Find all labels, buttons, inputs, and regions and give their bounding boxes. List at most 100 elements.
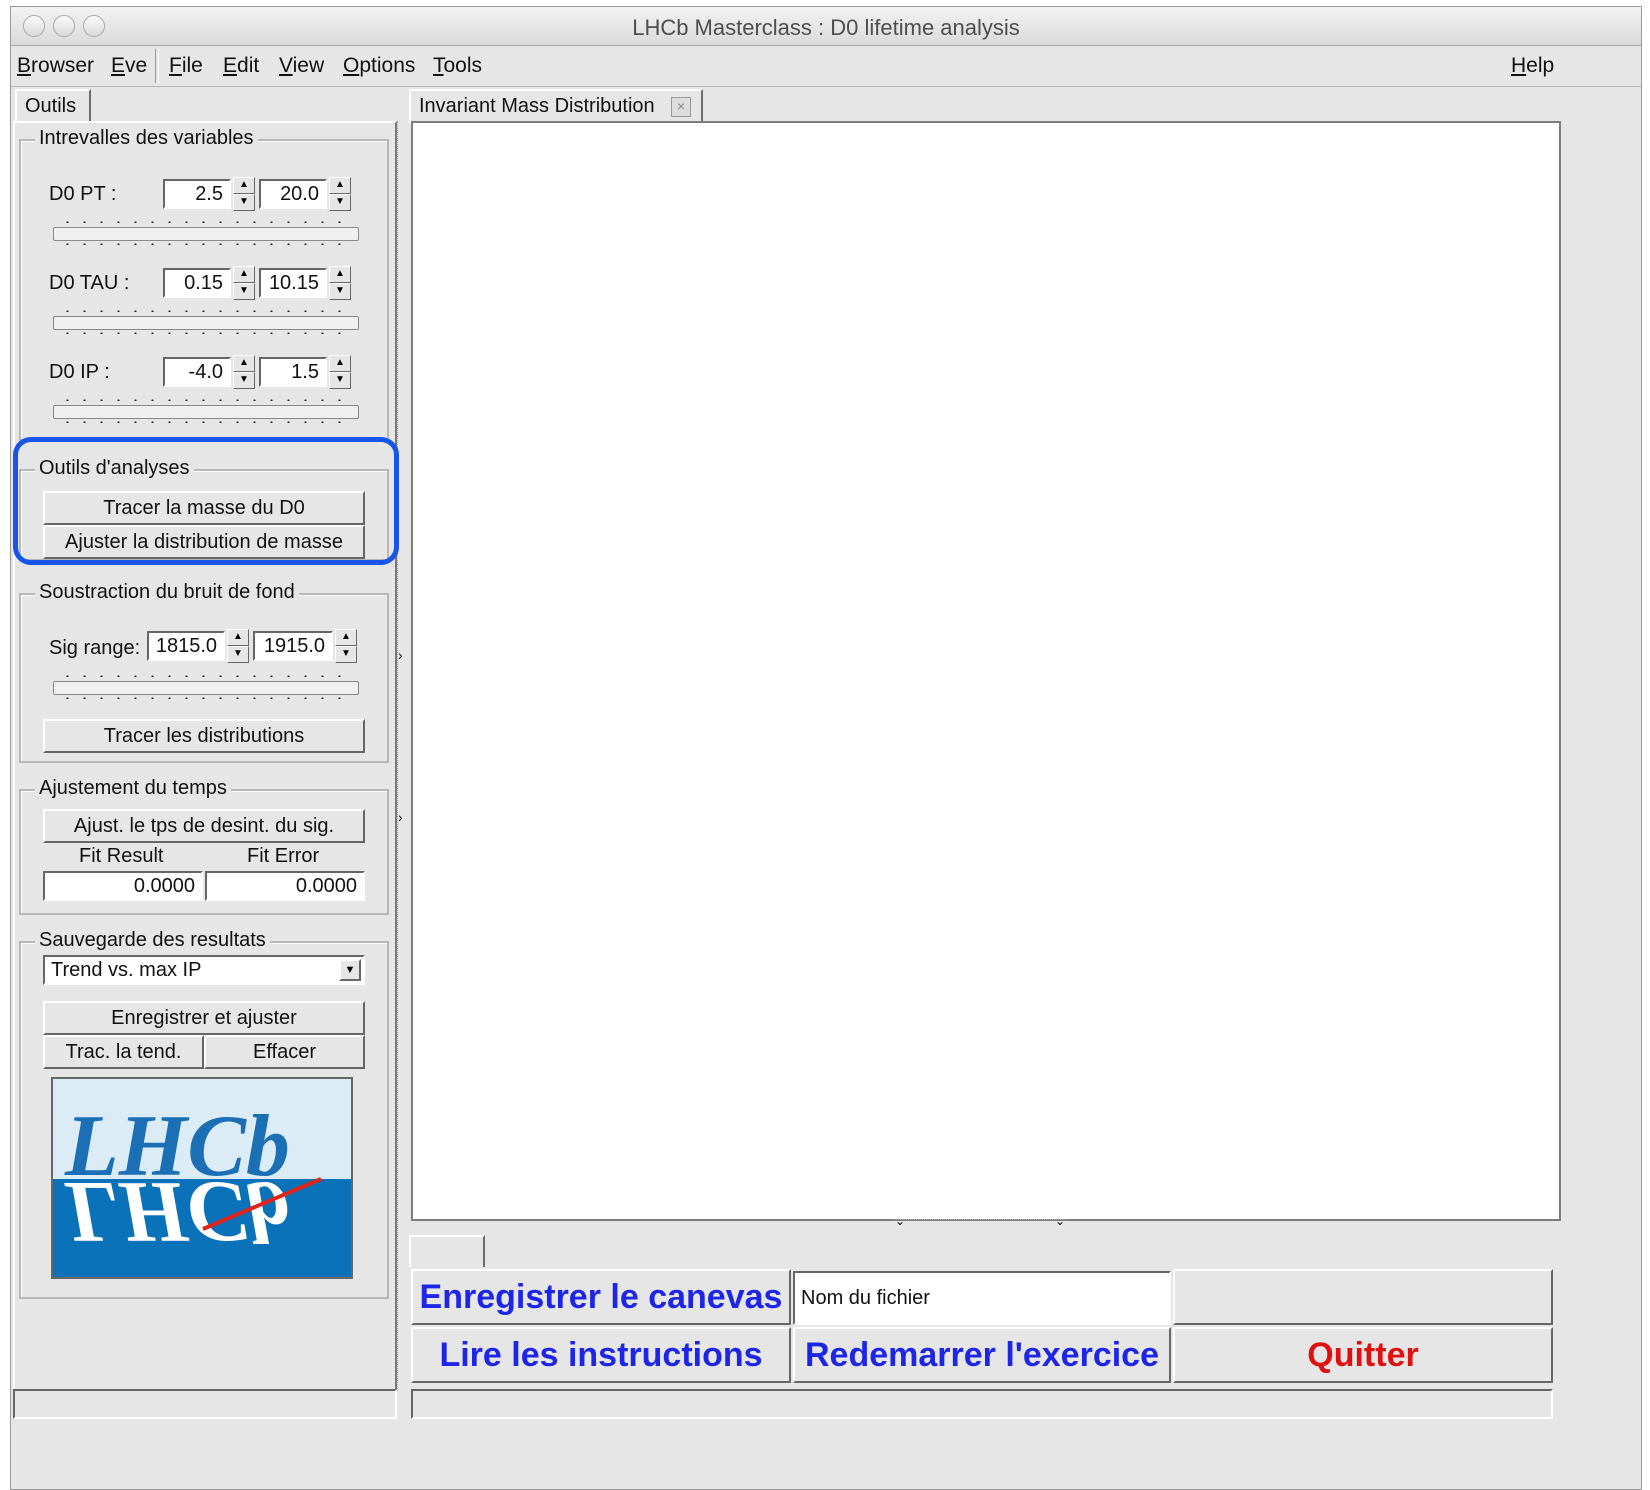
d0-pt-min-spinner[interactable]: ▲ ▼ [233,177,255,211]
d0-ip-label: D0 IP : [49,361,110,383]
trend-select-value: Trend vs. max IP [51,959,202,981]
slider-ticks-top [59,399,353,401]
chevron-right-icon[interactable]: › [398,647,403,663]
d0-tau-max-field[interactable]: 10.15 [259,268,327,298]
spin-up-icon[interactable]: ▲ [233,266,255,283]
tab-invariant-mass-label: Invariant Mass Distribution [419,95,655,117]
empty-button[interactable] [1173,1269,1553,1325]
menu-options[interactable]: Options [343,54,415,78]
slider-ticks-bottom [59,243,353,245]
status-bar-left [13,1389,397,1419]
menu-bar: Browser Eve File Edit View Options Tools… [11,46,1641,87]
time-fit-title: Ajustement du temps [35,777,231,800]
fit-result-field[interactable]: 0.0000 [43,871,203,901]
spin-down-icon[interactable]: ▼ [233,283,255,300]
spin-up-icon[interactable]: ▲ [233,177,255,194]
d0-tau-label: D0 TAU : [49,272,130,294]
spin-up-icon[interactable]: ▲ [335,629,357,646]
slider-track[interactable] [53,316,359,330]
tab-invariant-mass-distribution[interactable]: Invariant Mass Distribution × [409,89,703,123]
fit-result-label: Fit Result [79,845,164,867]
spin-up-icon[interactable]: ▲ [233,355,255,372]
menu-tools[interactable]: Tools [433,54,482,78]
spin-up-icon[interactable]: ▲ [227,629,249,646]
fit-error-field[interactable]: 0.0000 [205,871,365,901]
d0-pt-min-field[interactable]: 2.5 [163,179,231,209]
slider-ticks-bottom [59,697,353,699]
menu-edit[interactable]: Edit [223,54,259,78]
chevron-right-icon[interactable]: › [398,809,403,825]
spin-up-icon[interactable]: ▲ [329,355,351,372]
slider-track[interactable] [53,681,359,695]
sig-range-max-field[interactable]: 1915.0 [253,631,333,661]
spin-down-icon[interactable]: ▼ [227,646,249,663]
restart-exercise-button[interactable]: Redemarrer l'exercice [793,1327,1171,1383]
background-subtraction-title: Soustraction du bruit de fond [35,581,299,604]
lhcb-logo: LHCb LHCb [51,1077,353,1279]
clear-button[interactable]: Effacer [204,1035,365,1069]
menu-eve[interactable]: Eve [111,54,147,78]
slider-ticks-top [59,221,353,223]
d0-ip-min-spinner[interactable]: ▲ ▼ [233,355,255,389]
spin-down-icon[interactable]: ▼ [233,372,255,389]
app-window: LHCb Masterclass : D0 lifetime analysis … [10,6,1642,1490]
spin-down-icon[interactable]: ▼ [335,646,357,663]
filename-input-text: Nom du fichier [801,1287,930,1309]
slider-ticks-bottom [59,421,353,423]
tab-bottom-empty[interactable] [409,1235,485,1267]
spin-up-icon[interactable]: ▲ [329,177,351,194]
sig-range-max-spinner[interactable]: ▲ ▼ [335,629,357,663]
plot-canvas[interactable] [411,121,1561,1221]
slider-ticks-bottom [59,332,353,334]
d0-ip-range-slider[interactable] [53,399,359,423]
plot-trend-button[interactable]: Trac. la tend. [43,1035,204,1069]
chevron-down-icon[interactable]: ▼ [339,959,361,981]
d0-ip-max-spinner[interactable]: ▲ ▼ [329,355,351,389]
spin-up-icon[interactable]: ▲ [329,266,351,283]
slider-track[interactable] [53,405,359,419]
menu-view[interactable]: View [279,54,324,78]
sig-range-min-field[interactable]: 1815.0 [147,631,225,661]
spin-down-icon[interactable]: ▼ [329,194,351,211]
quit-button[interactable]: Quitter [1173,1327,1553,1383]
title-bar: LHCb Masterclass : D0 lifetime analysis [11,7,1641,46]
panel-splitter[interactable]: › › [397,121,409,1391]
chevron-down-icon[interactable]: ⌄ [895,1214,905,1228]
trend-select[interactable]: Trend vs. max IP ▼ [43,955,365,985]
d0-ip-min-field[interactable]: -4.0 [163,357,231,387]
d0-tau-max-spinner[interactable]: ▲ ▼ [329,266,351,300]
horizontal-splitter[interactable]: ⌄ ⌄ [895,1214,1065,1231]
d0-tau-range-slider[interactable] [53,310,359,334]
d0-pt-max-spinner[interactable]: ▲ ▼ [329,177,351,211]
variables-group: Intrevalles des variables D0 PT : 2.5 ▲ ▼… [19,127,389,441]
d0-tau-min-field[interactable]: 0.15 [163,268,231,298]
slider-track[interactable] [53,227,359,241]
tools-panel: Intrevalles des variables D0 PT : 2.5 ▲ ▼… [13,121,397,1391]
spin-down-icon[interactable]: ▼ [329,372,351,389]
d0-pt-max-field[interactable]: 20.0 [259,179,327,209]
time-fit-group: Ajustement du temps Ajust. le tps de des… [19,777,389,915]
menu-help[interactable]: Help [1511,54,1554,78]
spin-down-icon[interactable]: ▼ [329,283,351,300]
close-tab-icon[interactable]: × [671,97,691,117]
sig-range-slider[interactable] [53,675,359,699]
save-canvas-button[interactable]: Enregistrer le canevas [411,1269,791,1325]
tab-outils[interactable]: Outils [15,89,91,123]
save-and-fit-button[interactable]: Enregistrer et ajuster [43,1001,365,1035]
d0-pt-range-slider[interactable] [53,221,359,245]
plot-distributions-button[interactable]: Tracer les distributions [43,719,365,753]
slider-ticks-top [59,310,353,312]
menu-browser[interactable]: Browser [17,54,94,78]
analysis-tools-highlight [13,437,399,565]
d0-tau-min-spinner[interactable]: ▲ ▼ [233,266,255,300]
d0-ip-max-field[interactable]: 1.5 [259,357,327,387]
menu-file[interactable]: File [169,54,203,78]
lhcb-logo-graphic: LHCb LHCb [53,1079,351,1277]
read-instructions-button[interactable]: Lire les instructions [411,1327,791,1383]
chevron-down-icon[interactable]: ⌄ [1055,1214,1065,1228]
filename-input[interactable]: Nom du fichier [793,1271,1171,1325]
save-results-title: Sauvegarde des resultats [35,929,270,952]
spin-down-icon[interactable]: ▼ [233,194,255,211]
sig-range-min-spinner[interactable]: ▲ ▼ [227,629,249,663]
fit-signal-lifetime-button[interactable]: Ajust. le tps de desint. du sig. [43,809,365,843]
